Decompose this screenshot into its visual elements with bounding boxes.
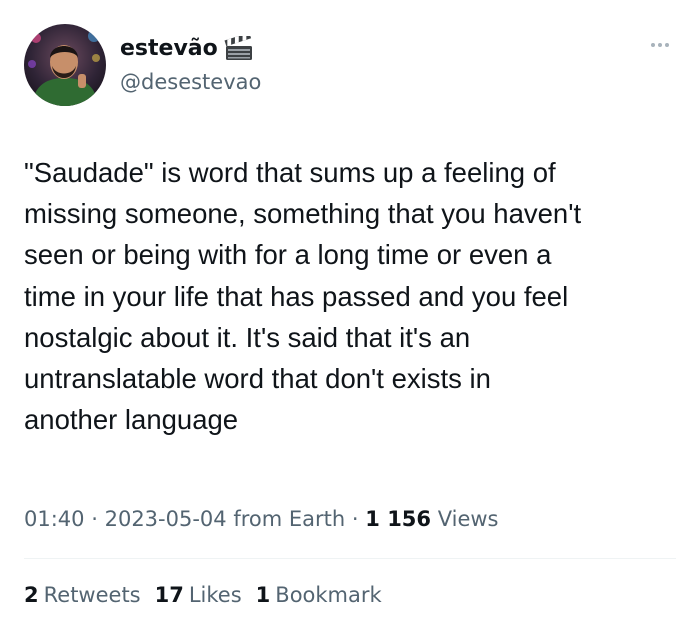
meta-separator: · [351,507,359,531]
tweet-text: "Saudade" is word that sums up a feeling… [24,157,582,436]
meta-separator: · [91,507,98,531]
bookmarks-label: Bookmark [275,583,382,607]
bookmarks-stat[interactable]: 1 Bookmark [256,581,382,609]
clapper-board-icon [224,32,254,62]
avatar[interactable] [24,24,106,106]
author-display-name[interactable]: estevão [120,32,254,63]
author-handle[interactable]: @desestevao [120,68,261,96]
retweets-count: 2 [24,583,39,607]
tweet-date[interactable]: 2023-05-04 [105,507,227,531]
author-name-text: estevão [120,36,218,61]
retweets-stat[interactable]: 2 Retweets [24,581,141,609]
engagement-stats: 2 Retweets 17 Likes 1 Bookmark [24,581,382,609]
tweet-source: from Earth [233,507,346,531]
views-label: Views [437,507,499,531]
retweets-label: Retweets [43,583,141,607]
divider [24,558,676,559]
more-options-icon[interactable] [642,38,678,52]
tweet-meta: 01:40 · 2023-05-04 from Earth · 1 156 Vi… [24,505,499,533]
likes-count: 17 [154,583,184,607]
likes-stat[interactable]: 17 Likes [155,581,242,609]
bookmarks-count: 1 [255,583,271,607]
tweet-time[interactable]: 01:40 [24,507,85,531]
views-count[interactable]: 1 156 [365,507,431,531]
likes-label: Likes [188,583,242,607]
tweet-card: estevão @desestevao "Saudade" is word th… [0,0,700,632]
